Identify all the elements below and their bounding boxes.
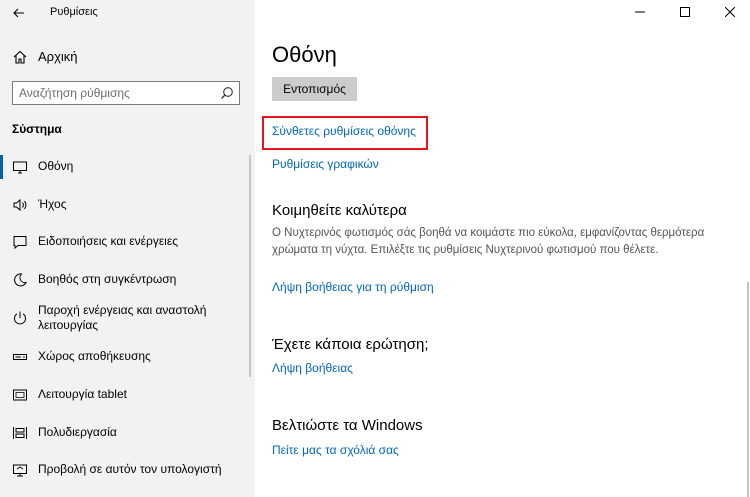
sidebar-scrollbar[interactable] <box>249 155 251 377</box>
sidebar-item-label: Ειδοποιήσεις και ενέργειες <box>38 234 178 248</box>
graphics-settings-link[interactable]: Ρυθμίσεις γραφικών <box>272 157 379 171</box>
power-icon <box>14 311 26 325</box>
sidebar-item-sound[interactable]: Ήχος <box>0 193 250 217</box>
sidebar-item-label: Λειτουργία tablet <box>38 387 127 401</box>
main-content: Οθόνη Εντοπισμός Σύνθετες ρυθμίσεις οθόν… <box>255 0 750 497</box>
sidebar: Ρυθμίσεις Αρχική Σύστημα Οθόνη Ήχος <box>0 0 255 497</box>
sidebar-item-label: Χώρος αποθήκευσης <box>38 349 151 363</box>
maximize-icon <box>680 7 690 17</box>
projecting-icon <box>13 464 27 477</box>
sidebar-item-notifications[interactable]: Ειδοποιήσεις και ενέργειες <box>0 230 250 254</box>
search-box[interactable] <box>12 81 240 105</box>
tablet-icon <box>13 389 27 401</box>
titlebar-left: Ρυθμίσεις <box>0 0 255 26</box>
app-title: Ρυθμίσεις <box>50 6 98 18</box>
sidebar-item-label: Ήχος <box>38 197 67 211</box>
sleep-description: Ο Νυχτερινός φωτισμός σάς βοηθά να κοιμά… <box>272 227 705 256</box>
sidebar-item-label: Παροχή ενέργειας και αναστολή λειτουργία… <box>38 303 207 332</box>
back-arrow-icon <box>13 8 24 18</box>
maximize-button[interactable] <box>665 0 705 24</box>
sleep-heading: Κοιμηθείτε καλύτερα <box>272 202 407 219</box>
sidebar-item-multitasking[interactable]: Πολυδιεργασία <box>0 421 250 445</box>
sidebar-item-label: Προβολή σε αυτόν τον υπολογιστή <box>38 462 222 476</box>
speaker-icon <box>13 198 27 212</box>
page-title: Οθόνη <box>272 42 337 67</box>
content-scrollbar[interactable] <box>747 282 749 497</box>
search-icon[interactable] <box>220 86 234 100</box>
close-button[interactable] <box>710 0 750 24</box>
sidebar-item-tablet-mode[interactable]: Λειτουργία tablet <box>0 383 250 407</box>
sidebar-item-display[interactable]: Οθόνη <box>0 155 250 179</box>
moon-icon <box>14 273 27 287</box>
search-input[interactable] <box>19 85 215 101</box>
multitasking-icon <box>13 427 27 439</box>
advanced-display-settings-link[interactable]: Σύνθετες ρυθμίσεις οθόνης <box>272 124 416 138</box>
section-title: Σύστημα <box>12 122 62 136</box>
night-light-help-link[interactable]: Λήψη βοήθειας για τη ρύθμιση <box>272 280 434 294</box>
minimize-button[interactable] <box>620 0 660 24</box>
question-heading: Έχετε κάποια ερώτηση; <box>272 336 429 353</box>
sidebar-item-home[interactable]: Αρχική <box>0 42 255 72</box>
close-icon <box>725 7 735 17</box>
improve-heading: Βελτιώστε τα Windows <box>272 417 423 434</box>
notification-icon <box>13 236 27 250</box>
home-label: Αρχική <box>38 49 78 64</box>
back-button[interactable] <box>8 3 30 23</box>
sidebar-item-label: Πολυδιεργασία <box>38 425 117 439</box>
sidebar-item-focus-assist[interactable]: Βοηθός στη συγκέντρωση <box>0 268 250 292</box>
sidebar-item-label: Οθόνη <box>38 159 74 173</box>
display-icon <box>13 161 27 174</box>
feedback-link[interactable]: Πείτε μας τα σχόλιά σας <box>272 443 399 457</box>
get-help-link[interactable]: Λήψη βοήθειας <box>272 361 353 375</box>
active-marker <box>0 155 3 179</box>
sidebar-item-label: Βοηθός στη συγκέντρωση <box>38 272 177 286</box>
storage-icon <box>13 354 27 360</box>
home-icon <box>13 50 27 64</box>
window-controls <box>620 0 750 26</box>
sidebar-item-power-sleep[interactable]: Παροχή ενέργειας και αναστολή λειτουργία… <box>0 300 250 336</box>
sidebar-item-storage[interactable]: Χώρος αποθήκευσης <box>0 345 250 369</box>
minimize-icon <box>635 11 645 13</box>
sidebar-item-projecting[interactable]: Προβολή σε αυτόν τον υπολογιστή <box>0 458 250 482</box>
detect-button[interactable]: Εντοπισμός <box>272 77 357 101</box>
